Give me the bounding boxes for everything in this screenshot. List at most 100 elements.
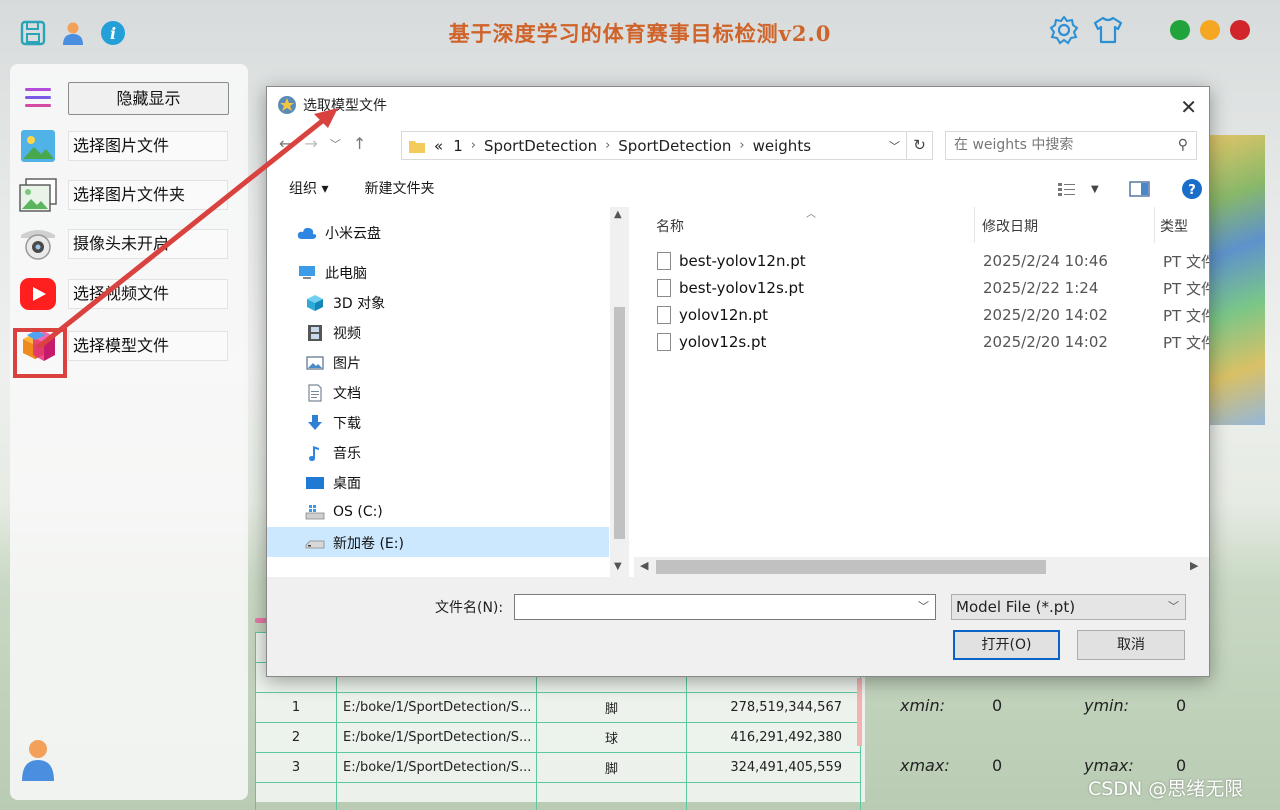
toggle-display-button[interactable]: 隐藏显示 xyxy=(68,82,229,115)
xmax-value: 0 xyxy=(992,756,1003,775)
file-row[interactable]: best-yolov12s.pt 2025/2/22 1:24 PT 文件 xyxy=(657,279,1209,298)
column-type[interactable]: 类型 xyxy=(1160,216,1188,236)
nav-scrollbar[interactable]: ▲ ▼ xyxy=(610,207,629,577)
nav-item-music[interactable]: 音乐 xyxy=(305,443,361,463)
breadcrumb-item[interactable]: SportDetection xyxy=(610,137,739,155)
file-open-dialog: 选取模型文件 ✕ ← → ﹀ ↑ « 1 › SportDetection › … xyxy=(266,86,1210,677)
filename-dropdown-icon[interactable]: ﹀ xyxy=(918,595,929,619)
window-controls xyxy=(1170,20,1250,40)
breadcrumb-overflow[interactable]: « xyxy=(426,137,445,155)
refresh-icon[interactable]: ↻ xyxy=(906,132,932,159)
filetype-dropdown-icon[interactable]: ﹀ xyxy=(1168,595,1179,619)
breadcrumb-item[interactable]: weights xyxy=(745,137,819,155)
table-row[interactable]: 3 E:/boke/1/SportDetection/S... 脚 324,49… xyxy=(255,752,861,783)
filename-label: 文件名(N): xyxy=(435,600,504,616)
nav-item-drive-c[interactable]: OS (C:) xyxy=(305,503,383,521)
table-row[interactable]: 2 E:/boke/1/SportDetection/S... 球 416,29… xyxy=(255,722,861,753)
close-button[interactable] xyxy=(1230,20,1250,40)
column-name[interactable]: 名称 xyxy=(656,216,684,236)
nav-item-drive-e[interactable]: 新加卷 (E:) xyxy=(305,533,404,553)
scroll-up-icon[interactable]: ▲ xyxy=(614,209,622,220)
sidebar-item-camera[interactable]: 摄像头未开启 xyxy=(18,224,228,264)
ymax-label: ymax: xyxy=(1084,756,1134,775)
file-icon xyxy=(657,279,671,297)
film-icon xyxy=(305,324,325,342)
ymax-value: 0 xyxy=(1176,756,1187,775)
scroll-right-icon[interactable]: ▶ xyxy=(1190,559,1198,572)
back-arrow-icon[interactable]: ← xyxy=(279,134,292,153)
new-folder-button[interactable]: 新建文件夹 xyxy=(364,178,434,198)
nav-item-downloads[interactable]: 下载 xyxy=(305,413,361,433)
nav-item-3d-objects[interactable]: 3D 对象 xyxy=(305,293,385,313)
sidebar-item-label[interactable]: 选择视频文件 xyxy=(68,279,228,309)
scroll-down-icon[interactable]: ▼ xyxy=(614,561,622,572)
sidebar-item-label[interactable]: 选择图片文件夹 xyxy=(68,180,228,210)
drive-c-icon xyxy=(305,503,325,521)
view-dropdown-icon[interactable]: ▼ xyxy=(1091,184,1099,195)
sidebar-item-label[interactable]: 选择图片文件 xyxy=(68,131,228,161)
file-type: PT 文件 xyxy=(1163,252,1209,271)
nav-item-this-pc[interactable]: 此电脑 xyxy=(297,263,367,283)
folder-icon xyxy=(409,140,425,153)
recent-chevron-icon[interactable]: ﹀ xyxy=(330,136,341,152)
row-box: 416,291,492,380 xyxy=(686,722,861,753)
nav-item-cloud[interactable]: 小米云盘 xyxy=(297,223,381,243)
table-row[interactable] xyxy=(255,782,861,810)
file-row[interactable]: yolov12s.pt 2025/2/20 14:02 PT 文件 xyxy=(657,333,1209,352)
preview-pane-icon[interactable] xyxy=(1129,181,1151,197)
svg-text:?: ? xyxy=(1188,183,1196,198)
user-avatar-icon[interactable] xyxy=(18,740,58,781)
sidebar-item-image-folder[interactable]: 选择图片文件夹 xyxy=(18,175,228,215)
sidebar-item-video[interactable]: 选择视频文件 xyxy=(18,274,228,314)
hamburger-menu-icon[interactable] xyxy=(18,78,58,118)
file-row[interactable]: yolov12n.pt 2025/2/20 14:02 PT 文件 xyxy=(657,306,1209,325)
nav-item-videos[interactable]: 视频 xyxy=(305,323,361,343)
xmax-label: xmax: xyxy=(900,756,950,775)
nav-item-documents[interactable]: 文档 xyxy=(305,383,361,403)
nav-scroll-thumb[interactable] xyxy=(614,307,625,539)
nav-label: 桌面 xyxy=(333,476,361,492)
address-dropdown-icon[interactable]: ﹀ xyxy=(889,138,900,154)
hscroll-thumb[interactable] xyxy=(656,560,1046,574)
camera-icon xyxy=(18,224,58,264)
help-icon[interactable]: ? xyxy=(1181,178,1203,200)
nav-label: 新加卷 (E:) xyxy=(333,536,404,552)
table-row[interactable]: 1 E:/boke/1/SportDetection/S... 脚 278,51… xyxy=(255,692,861,723)
sidebar-item-label[interactable]: 摄像头未开启 xyxy=(68,229,228,259)
maximize-button[interactable] xyxy=(1170,20,1190,40)
address-bar[interactable]: « 1 › SportDetection › SportDetection › … xyxy=(401,131,933,160)
nav-item-pictures[interactable]: 图片 xyxy=(305,353,361,373)
folder-images-icon xyxy=(18,175,58,215)
filetype-select[interactable]: Model File (*.pt) ﹀ xyxy=(951,594,1186,620)
column-date[interactable]: 修改日期 xyxy=(982,216,1038,236)
file-icon xyxy=(657,306,671,324)
row-path: E:/boke/1/SportDetection/S... xyxy=(336,692,537,723)
skin-shirt-icon[interactable] xyxy=(1092,14,1124,46)
file-row[interactable]: best-yolov12n.pt 2025/2/24 10:46 PT 文件 xyxy=(657,252,1209,271)
nav-item-desktop[interactable]: 桌面 xyxy=(305,473,361,493)
dialog-close-icon[interactable]: ✕ xyxy=(1180,95,1197,119)
file-list-hscrollbar[interactable]: ◀ ▶ xyxy=(634,557,1209,577)
sidebar-item-label[interactable]: 选择模型文件 xyxy=(68,331,228,361)
sidebar-item-image[interactable]: 选择图片文件 xyxy=(18,126,228,166)
forward-arrow-icon[interactable]: → xyxy=(304,134,317,153)
up-arrow-icon[interactable]: ↑ xyxy=(353,134,366,153)
cancel-button[interactable]: 取消 xyxy=(1077,630,1185,660)
organize-menu[interactable]: 组织 ▾ xyxy=(289,178,328,198)
scroll-left-icon[interactable]: ◀ xyxy=(640,559,648,572)
document-icon xyxy=(305,384,325,402)
breadcrumb-item[interactable]: SportDetection xyxy=(476,137,605,155)
search-icon[interactable]: ⚲ xyxy=(1178,132,1188,159)
settings-gear-icon[interactable] xyxy=(1048,14,1080,46)
filename-input[interactable]: ﹀ xyxy=(514,594,936,620)
nav-label: 图片 xyxy=(333,356,361,372)
view-list-icon[interactable] xyxy=(1057,181,1077,197)
minimize-button[interactable] xyxy=(1200,20,1220,40)
computer-icon xyxy=(297,264,317,282)
cloud-icon xyxy=(297,224,317,242)
search-input[interactable]: 在 weights 中搜索 ⚲ xyxy=(945,131,1197,160)
open-button[interactable]: 打开(O) xyxy=(953,630,1060,660)
row-index: 2 xyxy=(255,722,337,753)
navigation-pane: 小米云盘 此电脑 3D 对象 视频 图片 文档 下载 音乐 桌面 OS (C:)… xyxy=(267,207,629,577)
breadcrumb-item[interactable]: 1 xyxy=(445,137,471,155)
